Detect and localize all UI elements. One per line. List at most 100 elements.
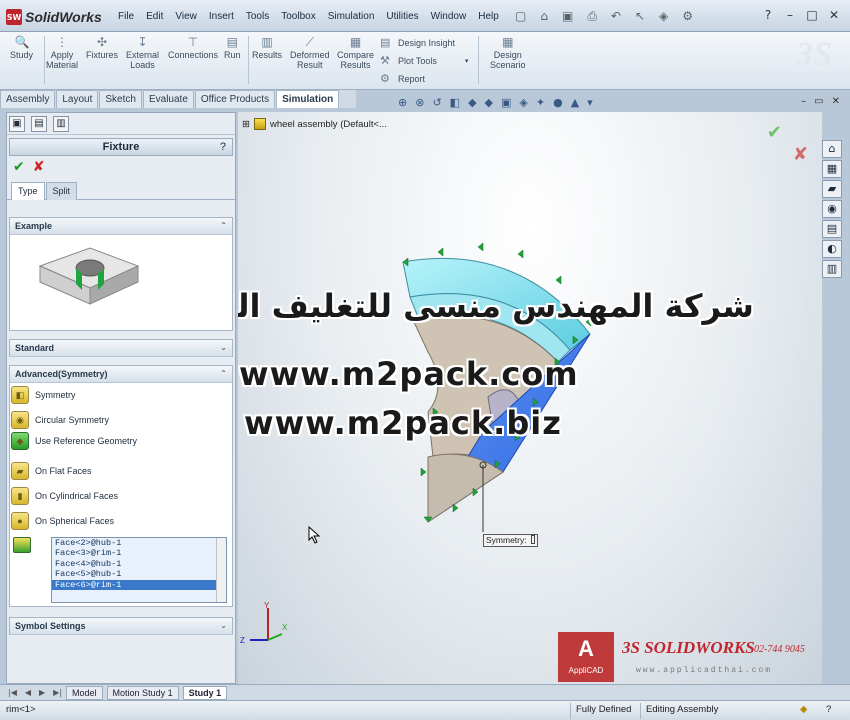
section-view-icon[interactable]: ◧ <box>450 96 460 109</box>
home-icon[interactable]: ⌂ <box>822 140 842 158</box>
callout-field[interactable] <box>531 535 535 544</box>
design-insight-button[interactable]: ▤ Design Insight <box>380 36 455 49</box>
fixtures-button[interactable]: ✣ Fixtures <box>86 35 118 60</box>
pm-help-icon[interactable]: ? <box>220 139 226 155</box>
viewport-minimize-icon[interactable]: – <box>801 96 806 107</box>
save-icon[interactable]: ▣ <box>562 9 573 24</box>
previous-view-icon[interactable]: ↺ <box>432 96 441 109</box>
zoom-to-fit-icon[interactable]: ⊕ <box>398 96 407 109</box>
viewport-restore-icon[interactable]: ▭ <box>814 96 823 107</box>
view-palette-icon[interactable]: ▤ <box>822 220 842 238</box>
study-button[interactable]: 🔍 Study <box>10 35 33 60</box>
tab-motion-study-1[interactable]: Motion Study 1 <box>106 685 179 700</box>
graphics-viewport[interactable]: ⊞ wheel assembly (Default<... ✔ ✘ Symmet… <box>238 112 822 684</box>
menu-tools[interactable]: Tools <box>246 11 269 22</box>
hide-show-icon[interactable]: ▣ <box>501 96 511 109</box>
help-icon[interactable]: ? <box>760 8 776 22</box>
compare-results-button[interactable]: ▦ Compare Results <box>337 35 374 70</box>
tab-layout[interactable]: Layout <box>56 90 99 108</box>
report-button[interactable]: ⚙ Report <box>380 72 425 85</box>
menu-window[interactable]: Window <box>431 11 467 22</box>
file-explorer-icon[interactable]: ▰ <box>822 180 842 198</box>
list-item[interactable]: Face<2>@hub-1 <box>52 538 226 548</box>
tab-model[interactable]: Model <box>66 685 103 700</box>
tab-nav-next-icon[interactable]: ▶ <box>39 688 45 697</box>
list-item[interactable]: Face<4>@hub-1 <box>52 559 226 569</box>
apply-scene-icon[interactable]: ✦ <box>536 96 545 109</box>
view-settings-icon[interactable]: ● <box>553 96 563 109</box>
menu-help[interactable]: Help <box>478 11 499 22</box>
ok-check-icon[interactable]: ✔ <box>13 159 25 175</box>
tab-nav-last-icon[interactable]: ▶| <box>53 688 62 697</box>
new-doc-icon[interactable]: ▢ <box>515 9 526 24</box>
standard-header[interactable]: Standard ⌄ <box>10 340 232 357</box>
option-circular-symmetry[interactable]: ◉ Circular Symmetry <box>11 410 109 430</box>
property-manager-icon[interactable]: ▤ <box>31 115 47 132</box>
connections-button[interactable]: ⊤ Connections <box>168 35 218 60</box>
feature-tree-icon[interactable]: ▣ <box>9 115 25 132</box>
list-scrollbar[interactable] <box>216 538 226 602</box>
viewport-close-icon[interactable]: ✕ <box>832 96 840 107</box>
chevron-down-icon[interactable]: ▾ <box>587 96 593 109</box>
tab-nav-prev-icon[interactable]: ◀ <box>25 688 31 697</box>
tab-sketch[interactable]: Sketch <box>99 90 142 108</box>
example-header[interactable]: Example ⌃ <box>10 218 232 235</box>
close-icon[interactable]: ✕ <box>826 8 842 22</box>
config-manager-icon[interactable]: ▥ <box>53 115 69 132</box>
edit-appearance-icon[interactable]: ◈ <box>519 96 527 109</box>
option-on-spherical-faces[interactable]: ● On Spherical Faces <box>11 511 114 531</box>
view-orientation-icon[interactable]: ◆ <box>468 96 476 109</box>
wheel-model[interactable] <box>238 112 822 684</box>
quick-tips-icon[interactable]: ◆ <box>800 704 807 715</box>
results-button[interactable]: ▥ Results <box>252 35 282 60</box>
list-item[interactable]: Face<3>@rim-1 <box>52 548 226 558</box>
symmetry-callout[interactable]: Symmetry: <box>483 534 538 547</box>
symbol-settings-header[interactable]: Symbol Settings ⌄ <box>10 618 232 635</box>
apply-material-button[interactable]: ⋮ Apply Material <box>46 35 78 70</box>
design-scenario-button[interactable]: ▦ Design Scenario <box>490 35 526 70</box>
tab-evaluate[interactable]: Evaluate <box>142 90 194 108</box>
expand-icon[interactable]: ⌄ <box>220 340 227 356</box>
tab-office-products[interactable]: Office Products <box>194 90 276 108</box>
tab-simulation[interactable]: Simulation <box>276 90 340 108</box>
list-item-selected[interactable]: Face<6>@rim-1 <box>52 579 226 590</box>
option-on-cylindrical-faces[interactable]: ▮ On Cylindrical Faces <box>11 486 118 506</box>
menu-toolbox[interactable]: Toolbox <box>281 11 315 22</box>
appearances-icon[interactable]: ◐ <box>822 240 842 258</box>
solidworks-logo[interactable]: SW SolidWorks <box>6 8 102 26</box>
undo-icon[interactable]: ↶ <box>611 9 621 24</box>
collapse-icon[interactable]: ⌃ <box>220 218 227 234</box>
option-symmetry[interactable]: ◧ Symmetry <box>11 385 76 405</box>
option-on-flat-faces[interactable]: ▰ On Flat Faces <box>11 461 92 481</box>
menu-file[interactable]: File <box>118 11 134 22</box>
status-help-icon[interactable]: ? <box>826 704 831 715</box>
menu-utilities[interactable]: Utilities <box>386 11 418 22</box>
tab-assembly[interactable]: Assembly <box>0 90 56 108</box>
select-icon[interactable]: ↖ <box>635 9 645 24</box>
design-library-icon[interactable]: ▦ <box>822 160 842 178</box>
cancel-x-icon[interactable]: ✘ <box>33 159 45 175</box>
maximize-icon[interactable]: □ <box>804 8 820 22</box>
chevron-down-icon[interactable]: ▾ <box>465 57 469 65</box>
search-icon[interactable]: ◉ <box>822 200 842 218</box>
tab-split[interactable]: Split <box>45 182 78 200</box>
menu-edit[interactable]: Edit <box>146 11 163 22</box>
render-icon[interactable]: ▲ <box>571 96 579 109</box>
collapse-icon[interactable]: ⌃ <box>220 366 227 382</box>
display-style-icon[interactable]: ◆ <box>485 96 493 109</box>
expand-icon[interactable]: ⌄ <box>220 618 227 634</box>
tab-nav-first-icon[interactable]: |◀ <box>8 688 17 697</box>
list-item[interactable]: Face<5>@hub-1 <box>52 569 226 579</box>
rebuild-icon[interactable]: ◈ <box>659 9 668 24</box>
open-icon[interactable]: ⌂ <box>540 9 548 24</box>
option-use-reference-geometry[interactable]: ◆ Use Reference Geometry <box>11 431 137 451</box>
face-selection-list[interactable]: Face<2>@hub-1 Face<3>@rim-1 Face<4>@hub-… <box>51 537 227 603</box>
zoom-area-icon[interactable]: ⊗ <box>415 96 424 109</box>
tab-study-1[interactable]: Study 1 <box>182 685 228 700</box>
run-button[interactable]: ▤ Run <box>224 35 241 60</box>
plot-tools-button[interactable]: ⚒ Plot Tools ▾ <box>380 54 468 67</box>
print-icon[interactable]: ⎙ <box>587 9 597 24</box>
advanced-header[interactable]: Advanced(Symmetry) ⌃ <box>10 366 232 383</box>
options-icon[interactable]: ⚙ <box>682 9 693 24</box>
minimize-icon[interactable]: – <box>782 8 798 22</box>
